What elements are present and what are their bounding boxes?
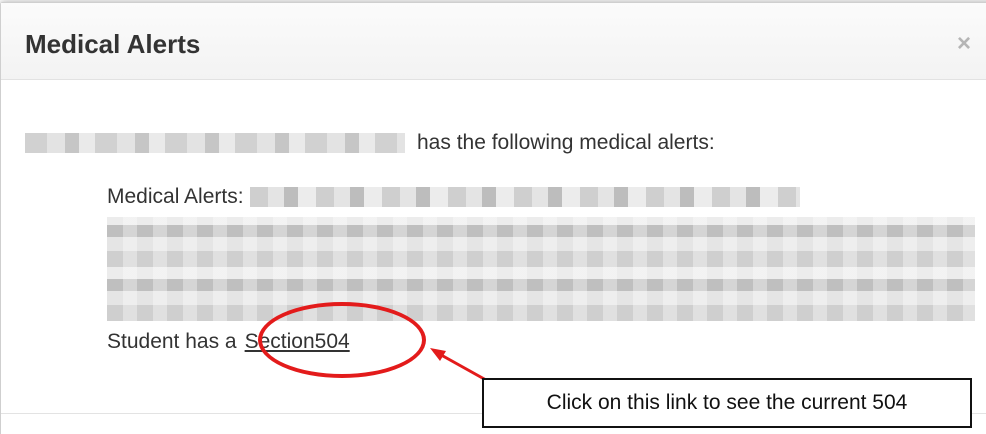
student-prefix: Student has a <box>107 330 237 353</box>
dialog-title: Medical Alerts <box>25 29 201 59</box>
redacted-alerts-inline <box>249 187 800 207</box>
redacted-alerts-details <box>107 217 975 321</box>
dialog-header: Medical Alerts × <box>1 3 986 80</box>
screenshot-stage: Medical Alerts × has the following medic… <box>0 0 986 434</box>
intro-suffix: has the following medical alerts: <box>417 131 715 154</box>
annotation-callout: Click on this link to see the current 50… <box>482 378 972 428</box>
alerts-label: Medical Alerts: <box>107 185 244 208</box>
intro-line: has the following medical alerts: <box>25 127 715 159</box>
alerts-line: Medical Alerts: <box>107 181 975 213</box>
medical-alerts-dialog: Medical Alerts × has the following medic… <box>0 2 986 434</box>
close-icon[interactable]: × <box>957 29 981 59</box>
redacted-student-name <box>25 133 405 153</box>
student-section-line: Student has a Section504 <box>107 325 975 359</box>
alerts-block: Medical Alerts: Student has a Section504 <box>107 181 975 359</box>
annotation-ellipse <box>258 302 426 378</box>
